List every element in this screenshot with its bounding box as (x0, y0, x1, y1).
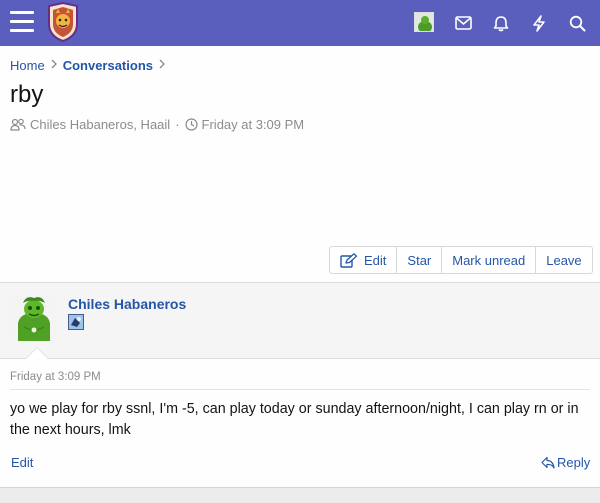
breadcrumb: Home Conversations (10, 56, 171, 74)
user-avatar[interactable] (414, 12, 434, 32)
author-avatar[interactable] (10, 293, 58, 341)
page-title: rby (10, 81, 44, 108)
participants: Chiles Habaneros, Haail (30, 117, 171, 132)
bolt-icon[interactable] (528, 12, 550, 34)
chevron-right-icon (153, 58, 171, 72)
reply-button[interactable]: Reply (541, 455, 590, 470)
edit-icon (340, 252, 358, 268)
chevron-right-icon (45, 58, 63, 72)
inbox-icon[interactable] (452, 12, 474, 34)
bell-icon[interactable] (490, 12, 512, 34)
menu-icon[interactable] (10, 11, 34, 33)
site-logo[interactable] (46, 1, 80, 43)
star-button[interactable]: Star (396, 247, 441, 273)
edit-label: Edit (364, 252, 387, 268)
author-name[interactable]: Chiles Habaneros (68, 296, 186, 312)
mark-unread-button[interactable]: Mark unread (441, 247, 535, 273)
leave-button[interactable]: Leave (535, 247, 591, 273)
conversation-actions: Edit Star Mark unread Leave (329, 246, 593, 274)
top-bar (0, 0, 600, 46)
edit-button[interactable]: Edit (330, 247, 396, 273)
message-body: yo we play for rby ssnl, I'm -5, can pla… (10, 401, 579, 438)
thread-date[interactable]: Friday at 3:09 PM (202, 117, 305, 132)
breadcrumb-home[interactable]: Home (10, 58, 45, 73)
message-edit-link[interactable]: Edit (11, 455, 33, 470)
separator-dot: · (175, 117, 180, 132)
message-divider (10, 389, 590, 390)
message-user-info: Chiles Habaneros (0, 283, 600, 359)
breadcrumb-conversations[interactable]: Conversations (63, 58, 153, 73)
reply-icon (541, 456, 555, 469)
bottom-bar (0, 487, 600, 503)
user-badge-icon (68, 314, 84, 330)
thread-meta: Chiles Habaneros, Haail · Friday at 3:09… (10, 117, 304, 132)
message-date[interactable]: Friday at 3:09 PM (10, 371, 101, 383)
message-pointer-fill (26, 348, 48, 359)
users-icon (10, 118, 26, 131)
reply-label: Reply (557, 455, 591, 470)
search-icon[interactable] (566, 12, 588, 34)
clock-icon (184, 118, 198, 131)
